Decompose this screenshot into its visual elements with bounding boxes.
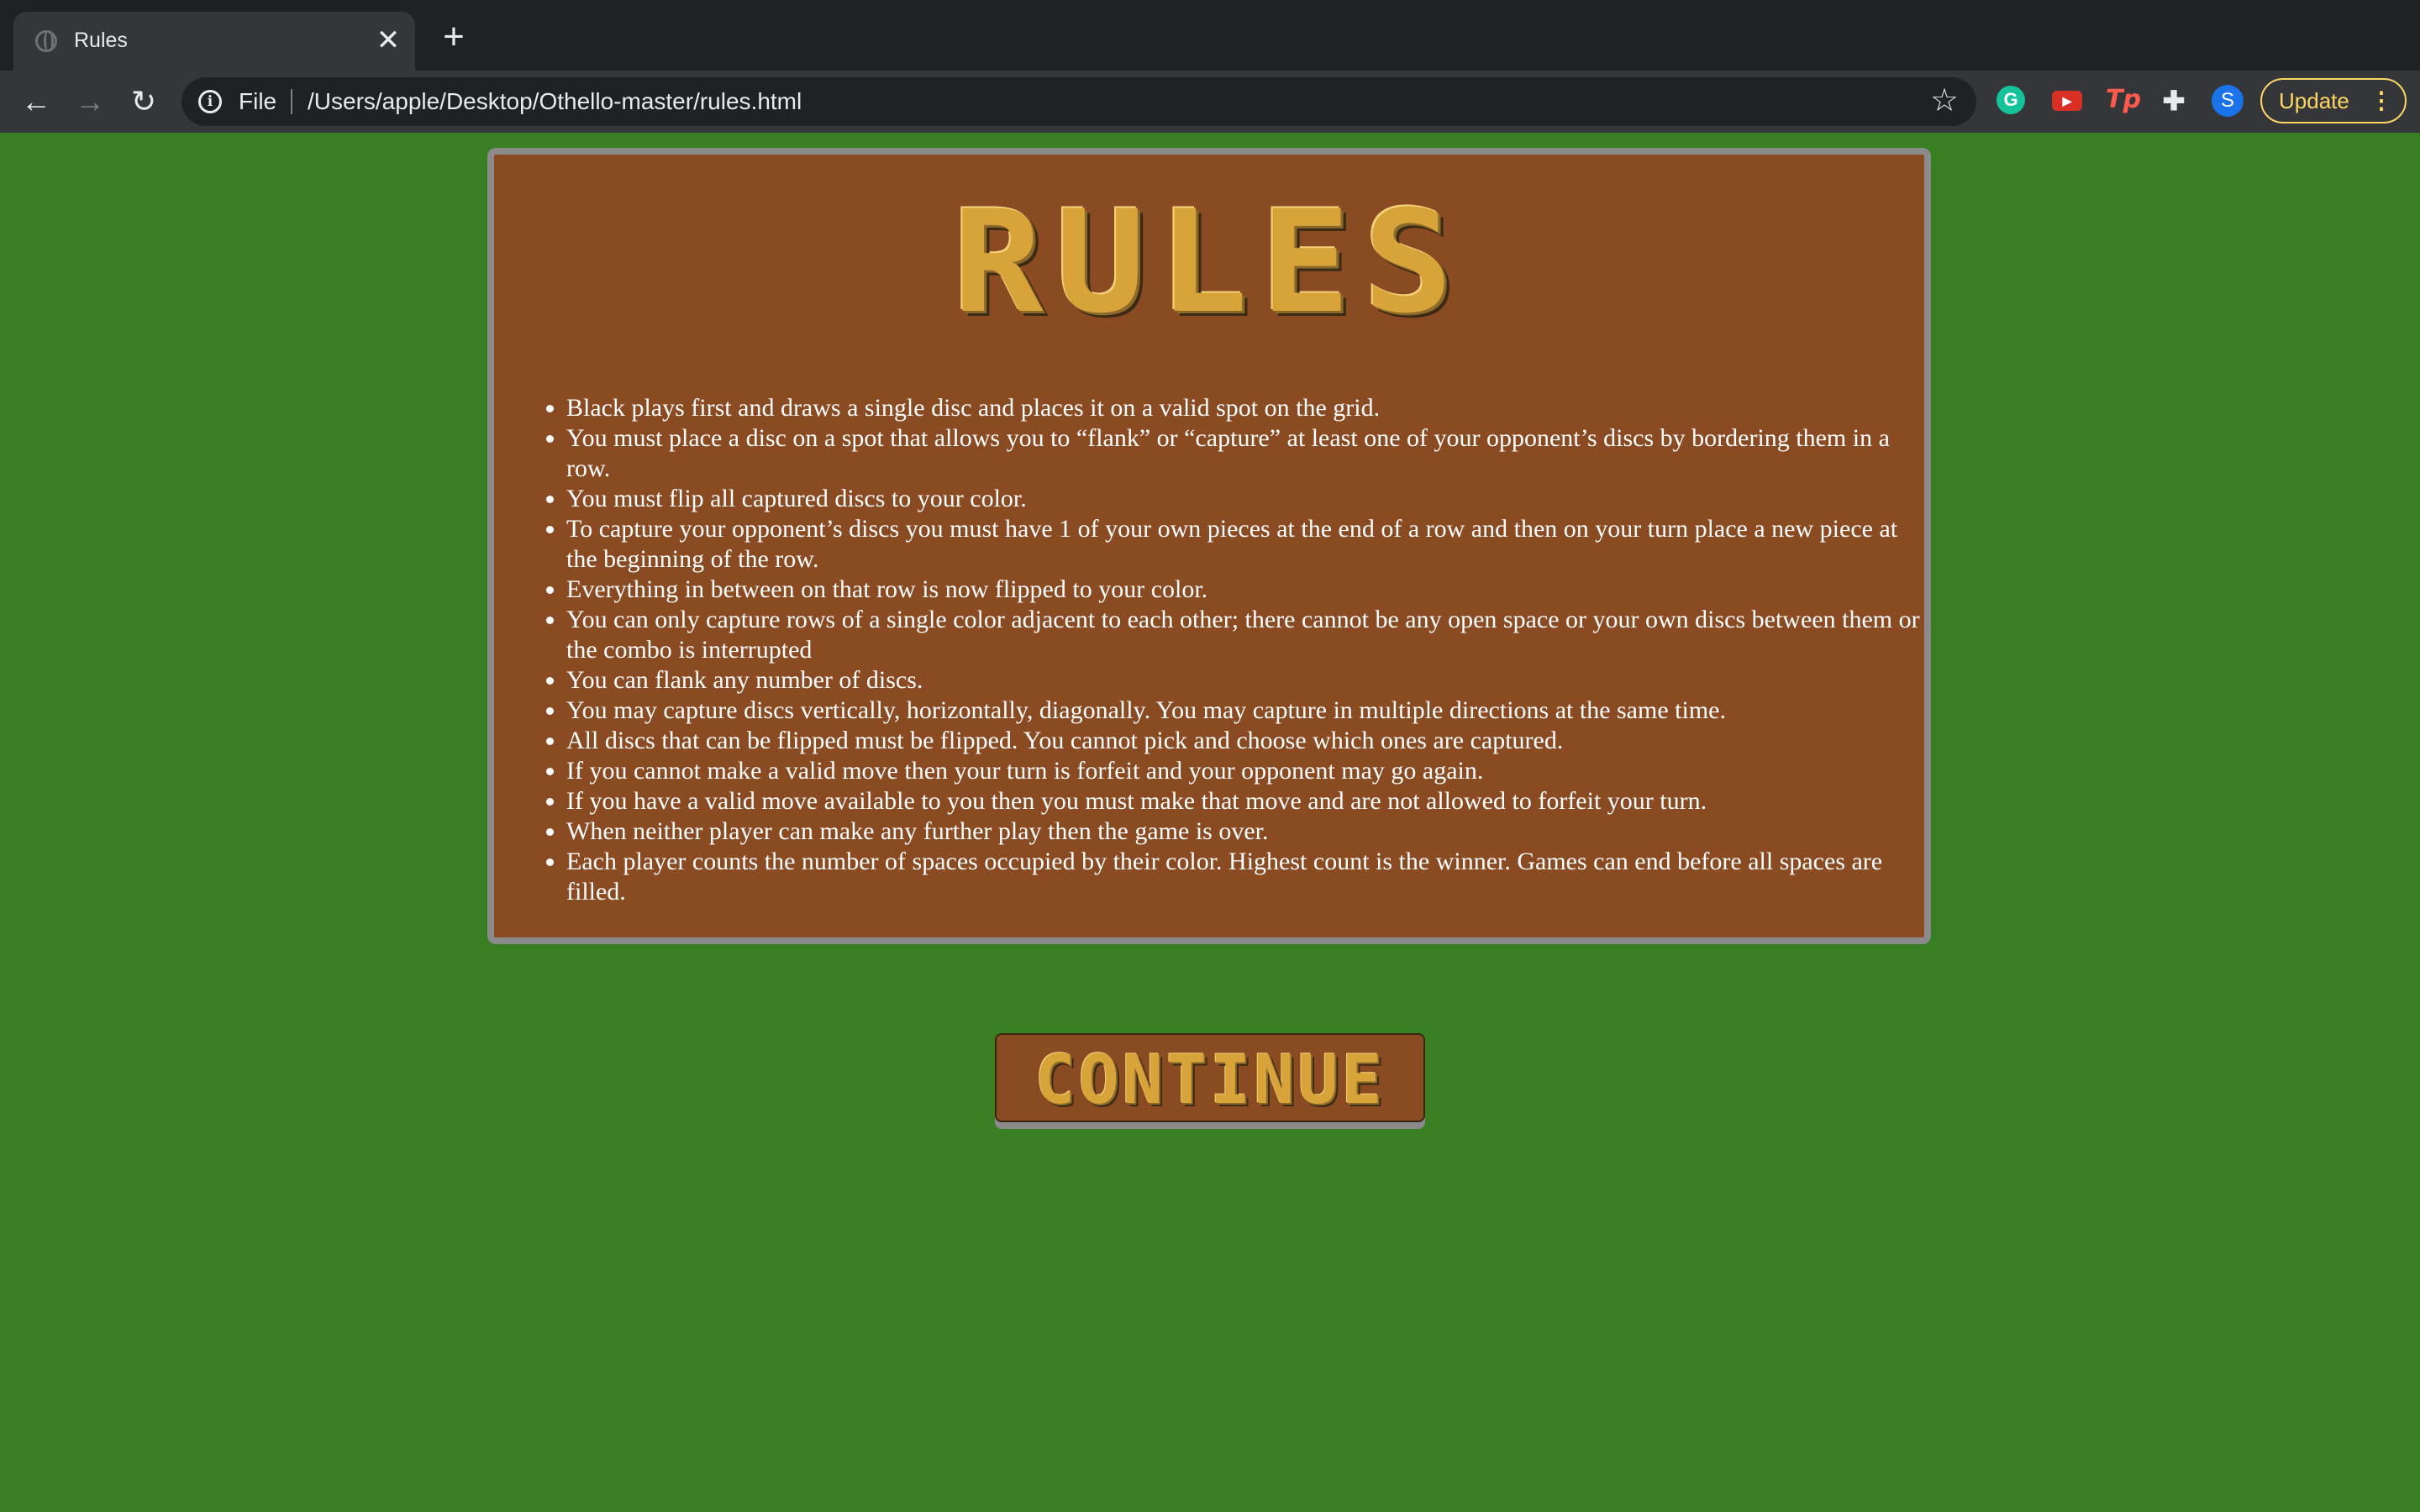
rule-item: To capture your opponent’s discs you mus… [566, 514, 1928, 575]
rule-item: If you have a valid move available to yo… [566, 786, 1928, 816]
rule-item: All discs that can be flipped must be fl… [566, 726, 1928, 756]
forward-button[interactable]: → [69, 81, 111, 123]
rule-item: Each player counts the number of spaces … [566, 847, 1928, 907]
tab-strip: Rules ✕ + [0, 0, 2420, 71]
rules-list: Black plays first and draws a single dis… [536, 393, 1928, 907]
page-title: RULES [952, 180, 1466, 344]
rule-item: When neither player can make any further… [566, 816, 1928, 847]
rule-item: Everything in between on that row is now… [566, 575, 1928, 605]
address-bar[interactable]: i File /Users/apple/Desktop/Othello-mast… [182, 77, 1976, 126]
menu-kebab-icon[interactable]: ⋮ [2370, 85, 2393, 117]
info-icon[interactable]: i [198, 90, 222, 113]
globe-icon [35, 30, 57, 52]
grammarly-icon[interactable]: G [1996, 86, 2025, 114]
bookmark-star-icon[interactable]: ☆ [1928, 84, 1961, 118]
back-button[interactable]: ← [15, 81, 57, 123]
url-scheme-label: File [239, 88, 277, 114]
tab-title: Rules [74, 29, 128, 52]
tp-extension-icon[interactable]: Tp [2106, 84, 2141, 116]
rule-item: Black plays first and draws a single dis… [566, 393, 1928, 423]
puzzle-icon[interactable]: ✚ [2156, 84, 2191, 118]
rule-item: You can only capture rows of a single co… [566, 605, 1928, 665]
rule-item: You must place a disc on a spot that all… [566, 423, 1928, 484]
browser-tab[interactable]: Rules ✕ [13, 12, 415, 71]
rule-item: You must flip all captured discs to your… [566, 484, 1928, 514]
continue-label: CONTINUE [1034, 1041, 1386, 1119]
url-text[interactable]: /Users/apple/Desktop/Othello-master/rule… [308, 88, 802, 115]
profile-avatar[interactable]: S [2212, 85, 2244, 117]
youtube-icon[interactable]: ▶ [2052, 91, 2082, 111]
continue-button[interactable]: CONTINUE [995, 1033, 1425, 1122]
rules-panel: RULES Black plays first and draws a sing… [487, 148, 1931, 944]
rule-item: You may capture discs vertically, horizo… [566, 696, 1928, 726]
rule-item: If you cannot make a valid move then you… [566, 756, 1928, 786]
update-button[interactable]: Update ⋮ [2260, 78, 2407, 123]
address-divider [291, 89, 292, 114]
update-label: Update [2279, 88, 2349, 113]
close-icon[interactable]: ✕ [371, 24, 405, 57]
new-tab-button[interactable]: + [435, 18, 472, 57]
rule-item: You can flank any number of discs. [566, 665, 1928, 696]
reload-button[interactable]: ↻ [123, 81, 165, 123]
